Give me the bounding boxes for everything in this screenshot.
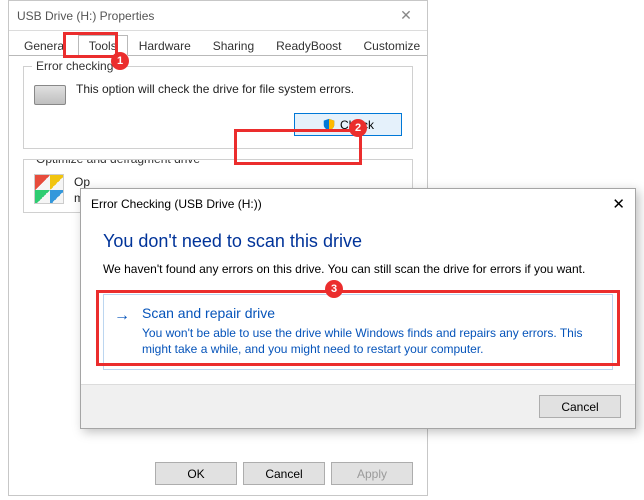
drive-icon	[34, 85, 66, 105]
properties-footer: OK Cancel Apply	[9, 462, 427, 485]
tab-general[interactable]: General	[13, 35, 78, 56]
scan-option-desc: You won't be able to use the drive while…	[142, 325, 600, 357]
defrag-icon	[34, 174, 64, 204]
dialog-cancel-button[interactable]: Cancel	[539, 395, 621, 418]
tab-hardware[interactable]: Hardware	[128, 35, 202, 56]
dialog-body: You don't need to scan this drive We hav…	[81, 219, 635, 370]
titlebar[interactable]: USB Drive (H:) Properties ✕	[9, 1, 427, 31]
scan-and-repair-option[interactable]: → Scan and repair drive You won't be abl…	[103, 294, 613, 370]
dialog-titlebar[interactable]: Error Checking (USB Drive (H:)) ✕	[81, 189, 635, 219]
dialog-heading: You don't need to scan this drive	[103, 231, 613, 252]
annotation-step1-badge: 1	[111, 52, 129, 70]
check-button[interactable]: Check	[294, 113, 402, 136]
apply-button: Apply	[331, 462, 413, 485]
shield-icon	[322, 118, 336, 132]
tab-sharing[interactable]: Sharing	[202, 35, 265, 56]
dialog-title: Error Checking (USB Drive (H:))	[91, 197, 595, 211]
error-checking-desc: This option will check the drive for fil…	[76, 81, 402, 97]
close-icon[interactable]: ✕	[595, 195, 625, 213]
scan-option-title: Scan and repair drive	[142, 305, 600, 321]
annotation-step2-badge: 2	[349, 119, 367, 137]
group-title-error-checking: Error checking	[32, 59, 117, 73]
group-title-optimize: Optimize and defragment drive	[32, 159, 204, 166]
error-checking-dialog: Error Checking (USB Drive (H:)) ✕ You do…	[80, 188, 636, 429]
cancel-button[interactable]: Cancel	[243, 462, 325, 485]
dialog-footer: Cancel	[81, 384, 635, 428]
window-title: USB Drive (H:) Properties	[17, 9, 393, 23]
annotation-step3-badge: 3	[325, 280, 343, 298]
ok-button[interactable]: OK	[155, 462, 237, 485]
arrow-right-icon: →	[114, 307, 130, 325]
tab-readyboost[interactable]: ReadyBoost	[265, 35, 352, 56]
dialog-message: We haven't found any errors on this driv…	[103, 262, 613, 276]
tab-customize[interactable]: Customize	[353, 35, 432, 56]
tab-strip: General Tools Hardware Sharing ReadyBoos…	[9, 34, 427, 56]
close-icon[interactable]: ✕	[393, 7, 419, 24]
